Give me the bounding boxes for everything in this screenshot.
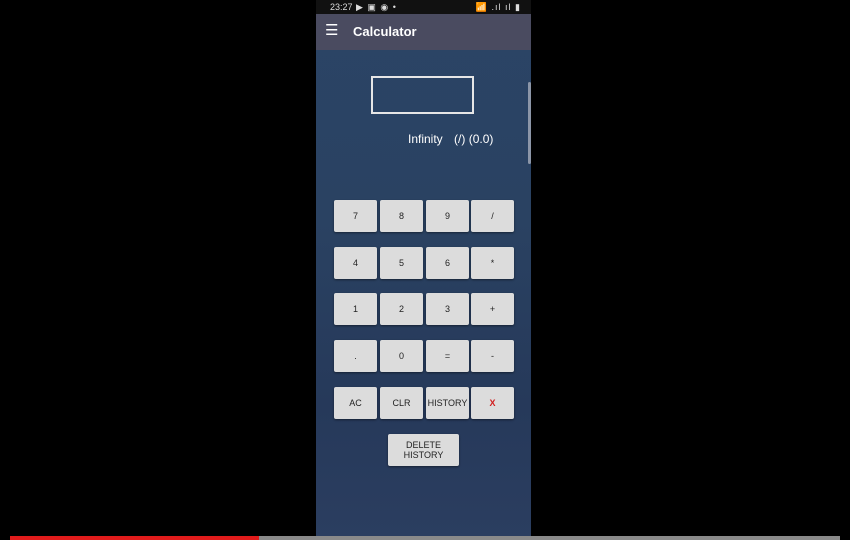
video-progress-fill: [10, 536, 259, 540]
key-3[interactable]: 3: [426, 293, 469, 325]
clr-button[interactable]: CLR: [380, 387, 423, 419]
key-plus[interactable]: +: [471, 293, 514, 325]
scrollbar[interactable]: [528, 82, 531, 164]
signal-battery-icons: 📶 .ıl ıl ▮: [475, 2, 521, 12]
video-frame: 23:27 ▶ ▣ ◉ • 📶 .ıl ıl ▮ ☰ Calculator In…: [0, 0, 850, 540]
status-bar: 23:27 ▶ ▣ ◉ • 📶 .ıl ıl ▮: [316, 0, 531, 14]
history-button[interactable]: HISTORY: [426, 387, 469, 419]
key-6[interactable]: 6: [426, 247, 469, 279]
key-7[interactable]: 7: [334, 200, 377, 232]
notification-icons: ▶ ▣ ◉ •: [356, 2, 397, 12]
video-progress-bar[interactable]: [10, 536, 840, 540]
key-1[interactable]: 1: [334, 293, 377, 325]
expression-input[interactable]: [371, 76, 474, 114]
key-8[interactable]: 8: [380, 200, 423, 232]
key-5[interactable]: 5: [380, 247, 423, 279]
result-line: Infinity (/) (0.0): [408, 132, 493, 146]
hamburger-menu-icon[interactable]: ☰: [325, 22, 338, 40]
app-title: Calculator: [353, 24, 417, 39]
delete-history-button[interactable]: DELETE HISTORY: [388, 434, 459, 466]
key-decimal[interactable]: .: [334, 340, 377, 372]
key-4[interactable]: 4: [334, 247, 377, 279]
app-bar: ☰ Calculator: [316, 14, 531, 50]
status-time: 23:27: [330, 2, 353, 12]
key-equals[interactable]: =: [426, 340, 469, 372]
result-expression: (/) (0.0): [454, 132, 494, 146]
key-0[interactable]: 0: [380, 340, 423, 372]
x-button[interactable]: X: [471, 387, 514, 419]
key-minus[interactable]: -: [471, 340, 514, 372]
key-multiply[interactable]: *: [471, 247, 514, 279]
key-9[interactable]: 9: [426, 200, 469, 232]
result-value: Infinity: [408, 132, 443, 146]
key-divide[interactable]: /: [471, 200, 514, 232]
ac-button[interactable]: AC: [334, 387, 377, 419]
key-2[interactable]: 2: [380, 293, 423, 325]
phone-screen: 23:27 ▶ ▣ ◉ • 📶 .ıl ıl ▮ ☰ Calculator In…: [316, 0, 531, 540]
